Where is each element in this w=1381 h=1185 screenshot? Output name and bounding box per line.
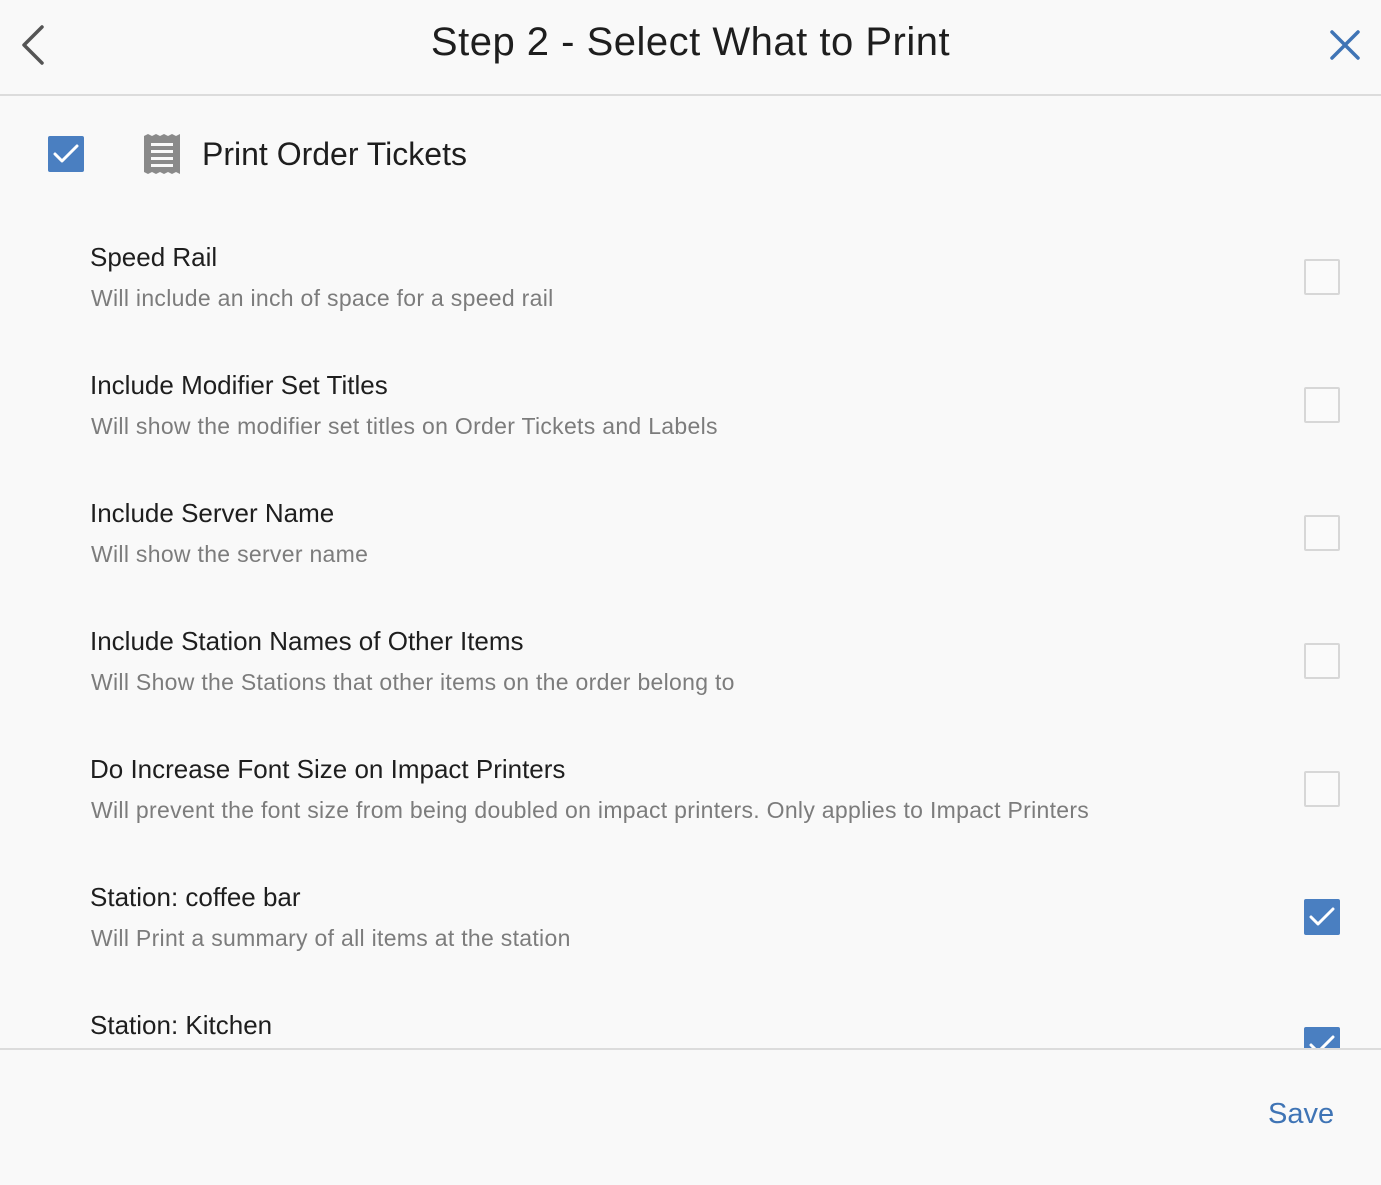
option-speed-rail[interactable]: Speed Rail Will include an inch of space… — [0, 242, 1381, 370]
print-order-tickets-row[interactable]: Print Order Tickets — [0, 96, 1381, 214]
close-icon — [1330, 30, 1360, 60]
option-description: Will show the server name — [91, 541, 369, 567]
header-bar: Step 2 - Select What to Print — [0, 0, 1381, 96]
option-checkbox[interactable] — [1304, 515, 1340, 551]
page-title: Step 2 - Select What to Print — [430, 20, 951, 64]
option-modifier-set-titles[interactable]: Include Modifier Set Titles Will show th… — [0, 370, 1381, 498]
option-station-coffee-bar[interactable]: Station: coffee bar Will Print a summary… — [0, 882, 1381, 1010]
close-button[interactable] — [1322, 22, 1368, 68]
print-order-tickets-checkbox[interactable] — [48, 136, 84, 172]
option-checkbox[interactable] — [1304, 899, 1340, 935]
option-description: Will prevent the font size from being do… — [91, 797, 1090, 823]
option-description: Will Show the Stations that other items … — [91, 669, 735, 695]
option-increase-font-size[interactable]: Do Increase Font Size on Impact Printers… — [0, 754, 1381, 882]
option-checkbox[interactable] — [1304, 771, 1340, 807]
checkmark-icon — [1309, 907, 1335, 926]
option-title: Speed Rail — [90, 242, 218, 272]
option-description: Will Print a summary of all items at the… — [91, 925, 571, 951]
option-checkbox[interactable] — [1304, 1027, 1340, 1048]
option-station-kitchen[interactable]: Station: Kitchen — [0, 1010, 1381, 1048]
option-checkbox[interactable] — [1304, 259, 1340, 295]
option-title: Include Station Names of Other Items — [90, 626, 524, 656]
option-station-names[interactable]: Include Station Names of Other Items Wil… — [0, 626, 1381, 754]
option-title: Include Server Name — [90, 498, 335, 528]
save-button[interactable]: Save — [1268, 1098, 1334, 1131]
option-title: Station: Kitchen — [90, 1010, 273, 1040]
receipt-icon — [144, 134, 180, 174]
option-title: Do Increase Font Size on Impact Printers — [90, 754, 566, 784]
option-checkbox[interactable] — [1304, 387, 1340, 423]
option-checkbox[interactable] — [1304, 643, 1340, 679]
option-description: Will show the modifier set titles on Ord… — [91, 413, 718, 439]
option-description: Will include an inch of space for a spee… — [91, 285, 554, 311]
checkmark-icon — [1309, 1035, 1335, 1048]
print-order-tickets-label: Print Order Tickets — [202, 136, 467, 172]
option-server-name[interactable]: Include Server Name Will show the server… — [0, 498, 1381, 626]
option-title: Include Modifier Set Titles — [90, 370, 388, 400]
options-list[interactable]: Print Order Tickets Speed Rail Will incl… — [0, 96, 1381, 1048]
option-title: Station: coffee bar — [90, 882, 301, 912]
footer-bar: Save — [0, 1048, 1381, 1185]
checkmark-icon — [53, 144, 79, 163]
